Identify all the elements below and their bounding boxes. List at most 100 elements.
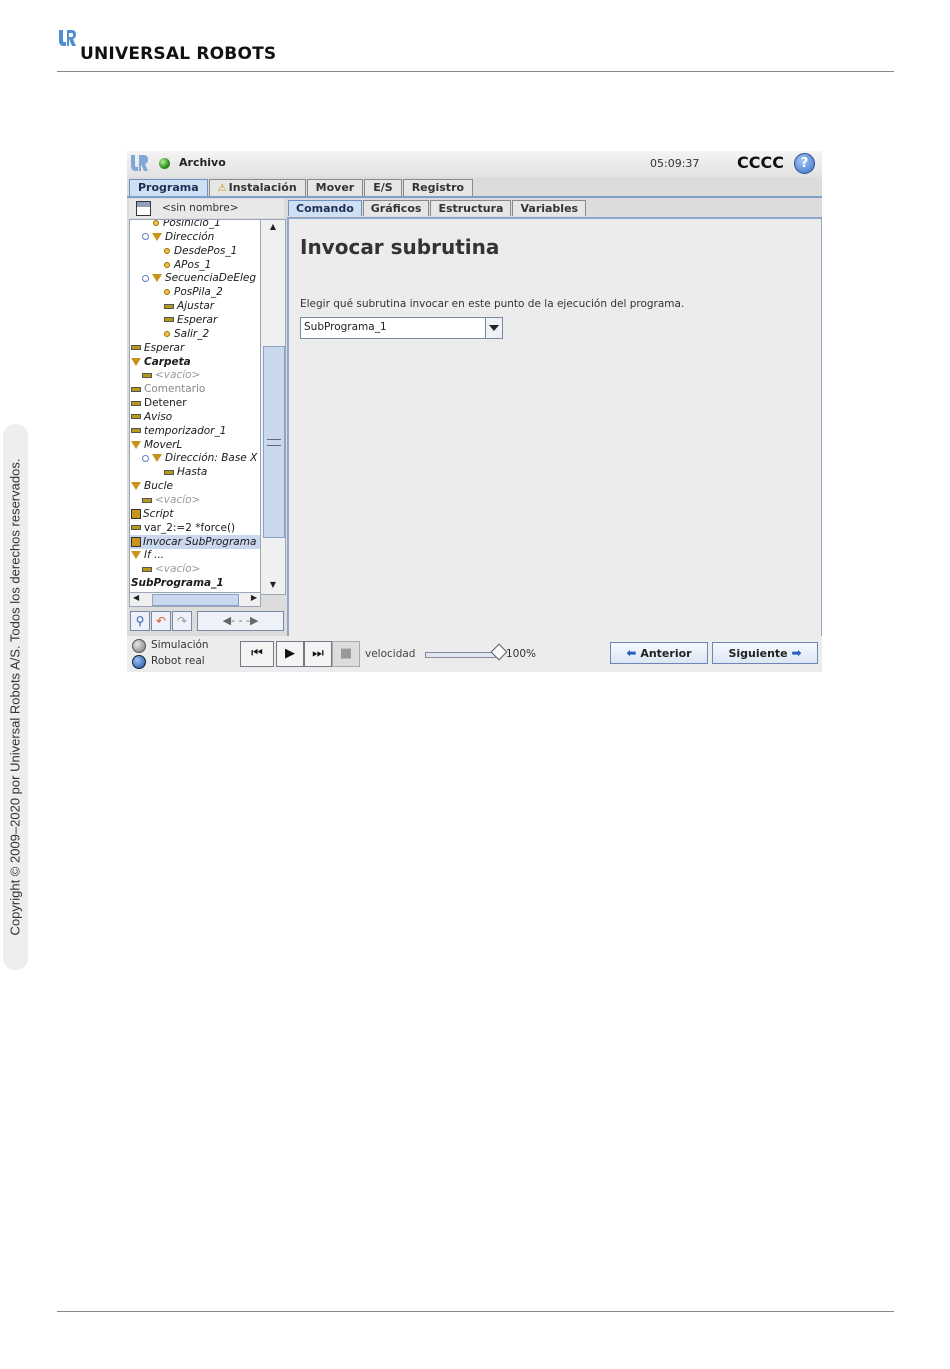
tab-variables[interactable]: Variables [512, 200, 587, 216]
tree-node-label: Esperar [177, 313, 218, 326]
simulation-radio[interactable] [132, 639, 146, 653]
node-type-tri-icon [131, 551, 141, 560]
tree-node[interactable]: Esperar [130, 313, 260, 327]
tab-estructura[interactable]: Estructura [430, 200, 512, 216]
universal-robots-logo-icon [57, 28, 77, 48]
scroll-down-icon[interactable]: ▼ [261, 578, 285, 592]
tree-node[interactable]: Dirección [130, 230, 260, 244]
tab-instalacion[interactable]: ⚠ Instalación [208, 179, 306, 196]
tree-node[interactable]: Comentario [130, 382, 260, 396]
tree-node-label: Aviso [144, 410, 173, 423]
move-node-icon[interactable]: ◀- - -▶ [197, 611, 284, 631]
tree-node-label: If ... [144, 549, 165, 562]
ur-logo-icon[interactable] [129, 153, 149, 173]
redo-icon[interactable]: ↷ [172, 611, 192, 631]
file-menu[interactable]: Archivo [179, 156, 226, 169]
tree-node[interactable]: Posinicio_1 [130, 220, 260, 230]
undo-icon[interactable]: ↶ [151, 611, 171, 631]
speed-value: 100% [506, 648, 537, 660]
tab-registro[interactable]: Registro [402, 179, 474, 196]
node-type-tri-icon [152, 232, 162, 241]
collapse-icon[interactable] [142, 233, 149, 241]
tree-node[interactable]: Hasta [130, 465, 260, 479]
node-type-bar-icon [142, 372, 152, 378]
tab-underline [127, 196, 822, 198]
tab-es[interactable]: E/S [364, 179, 402, 196]
node-type-dot-icon [164, 289, 170, 296]
tree-vertical-scrollbar[interactable]: ▲ ▼ [260, 219, 286, 595]
save-icon[interactable] [136, 201, 151, 216]
tree-node[interactable]: <vacío> [130, 562, 260, 576]
chevron-down-icon[interactable] [485, 318, 502, 338]
tree-node[interactable]: Script [130, 507, 260, 521]
step-button[interactable]: ⏭ [304, 641, 332, 667]
tree-node[interactable]: Esperar [130, 341, 260, 355]
main-tabs: Programa ⚠ Instalación Mover E/S Registro [129, 179, 474, 197]
real-robot-label: Robot real [151, 655, 205, 667]
scroll-left-icon[interactable]: ◀ [133, 593, 139, 602]
tree-node[interactable]: Carpeta [130, 355, 260, 369]
tab-instalacion-label: Instalación [228, 181, 297, 194]
tree-node[interactable]: MoverL [130, 438, 260, 452]
command-panel: Invocar subrutina Elegir qué subrutina i… [287, 217, 822, 638]
tree-node[interactable]: SubPrograma_1 [130, 576, 260, 590]
bottom-bar: Simulación Robot real ⏮ ▶ ⏭ ■ velocidad … [127, 636, 822, 672]
real-robot-radio[interactable] [132, 655, 146, 669]
tree-node[interactable]: Detener [130, 396, 260, 410]
node-type-tri-icon [131, 357, 141, 366]
node-type-tri-icon [131, 440, 141, 449]
tree-node[interactable]: SecuenciaDeEleg [130, 271, 260, 285]
help-button[interactable]: ? [794, 153, 815, 174]
tree-node[interactable]: DesdePos_1 [130, 244, 260, 258]
tree-node[interactable]: Ajustar [130, 299, 260, 313]
node-type-bar-icon [142, 566, 152, 572]
stop-button[interactable]: ■ [332, 641, 360, 667]
tree-node[interactable]: APos_1 [130, 258, 260, 272]
scroll-up-icon[interactable]: ▲ [261, 220, 285, 234]
tab-comando[interactable]: Comando [288, 200, 362, 216]
node-type-box-icon [131, 508, 141, 519]
tree-node-selected[interactable]: Invocar SubPrograma [130, 534, 260, 549]
tab-mover[interactable]: Mover [306, 179, 364, 196]
tree-node[interactable]: PosPila_2 [130, 285, 260, 299]
collapse-icon[interactable] [142, 454, 149, 462]
tree-node[interactable]: temporizador_1 [130, 424, 260, 438]
tree-node[interactable]: Aviso [130, 410, 260, 424]
tree-node-label: temporizador_1 [144, 424, 227, 437]
tree-node[interactable]: Dirección: Base X [130, 451, 260, 465]
tree-node-label: Invocar SubPrograma [143, 535, 257, 548]
tree-node[interactable]: Salir_2 [130, 327, 260, 341]
tree-hscroll-thumb[interactable] [152, 594, 239, 606]
tree-node-label: Dirección: Base X [165, 452, 258, 465]
subroutine-select-value: SubPrograma_1 [304, 321, 387, 333]
command-tabs: Comando Gráficos Estructura Variables [288, 200, 587, 217]
tree-node[interactable]: If ... [130, 548, 260, 562]
tree-node-label: Dirección [165, 230, 215, 243]
node-type-bar-icon [164, 317, 174, 323]
tree-node[interactable]: <vacío> [130, 493, 260, 507]
previous-button[interactable]: ⬅ Anterior [610, 642, 708, 664]
tab-programa[interactable]: Programa [129, 179, 208, 196]
previous-button-label: Anterior [640, 647, 692, 660]
next-button[interactable]: Siguiente ➡ [712, 642, 818, 664]
tree-horizontal-scrollbar[interactable]: ◀ ▶ [129, 592, 261, 607]
search-icon[interactable]: ⚲ [130, 611, 150, 631]
top-bar: Archivo 05:09:37 CCCC ? [127, 151, 822, 177]
tree-scroll-thumb[interactable] [263, 346, 285, 538]
play-button[interactable]: ▶ [276, 641, 304, 667]
node-type-tri-icon [152, 274, 162, 283]
scroll-right-icon[interactable]: ▶ [251, 593, 257, 602]
program-name: <sin nombre> [162, 202, 239, 214]
tab-graficos[interactable]: Gráficos [362, 200, 430, 216]
subroutine-select[interactable]: SubPrograma_1 [300, 317, 503, 339]
tree-node[interactable]: var_2:=2 *force() [130, 521, 260, 535]
tree-node-label: Comentario [144, 383, 206, 396]
node-type-tri-icon [152, 454, 162, 463]
node-type-bar-icon [131, 525, 141, 531]
rewind-button[interactable]: ⏮ [240, 641, 274, 667]
collapse-icon[interactable] [142, 274, 149, 282]
tree-node[interactable]: Bucle [130, 479, 260, 493]
node-type-bar-icon [131, 345, 141, 351]
document-brand: UNIVERSAL ROBOTS [80, 44, 277, 64]
tree-node[interactable]: <vacío> [130, 368, 260, 382]
